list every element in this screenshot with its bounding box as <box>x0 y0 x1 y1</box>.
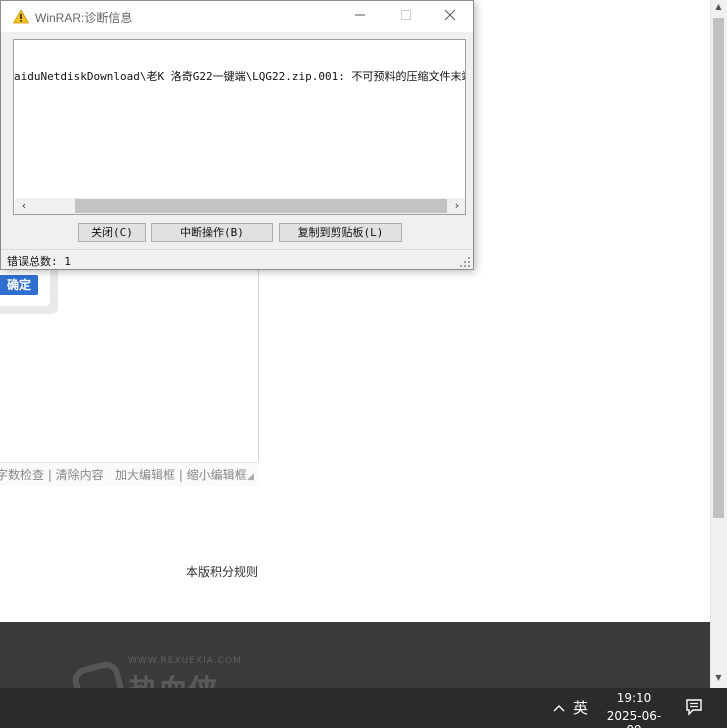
page-scrollbar-thumb[interactable] <box>713 18 724 518</box>
chevron-up-icon[interactable] <box>551 698 567 718</box>
copy-to-clipboard-button[interactable]: 复制到剪贴板(L) <box>279 223 402 242</box>
notification-icon[interactable] <box>685 698 703 716</box>
size-grip-icon[interactable] <box>460 257 471 268</box>
close-window-button[interactable] <box>427 1 473 32</box>
footer-domain: WWW.REXUEXIA.COM <box>128 656 242 666</box>
diagnostic-message: aiduNetdiskDownload\老K 洛奇G22一键端\LQG22.zi… <box>14 70 466 83</box>
rules-link[interactable]: 本版积分规则 <box>186 563 258 580</box>
resize-grip-icon[interactable]: ◢ <box>247 472 257 482</box>
horizontal-scrollbar-thumb[interactable] <box>75 199 447 213</box>
abort-button[interactable]: 中断操作(B) <box>151 223 273 242</box>
input-method-indicator[interactable]: 英 <box>573 697 588 718</box>
site-footer: WWW.REXUEXIA.COM 热血侠 <box>0 622 710 688</box>
dialog-title: WinRAR:诊断信息 <box>35 11 133 25</box>
scroll-right-icon[interactable]: › <box>450 198 464 214</box>
title-bar[interactable]: WinRAR:诊断信息 <box>1 1 473 32</box>
maximize-icon <box>401 10 411 20</box>
editor-toolbar-left-links[interactable]: 字数检查 | 清除内容 <box>0 466 104 483</box>
scroll-up-icon[interactable]: ▲ <box>712 2 725 14</box>
error-count: 错误总数: 1 <box>7 255 71 268</box>
close-icon <box>444 9 456 21</box>
scroll-left-icon[interactable]: ‹ <box>17 198 31 214</box>
minimize-button[interactable] <box>337 1 383 32</box>
confirm-button[interactable]: 确定 <box>0 275 38 295</box>
diagnostic-message-list[interactable]: aiduNetdiskDownload\老K 洛奇G22一键端\LQG22.zi… <box>13 39 466 215</box>
horizontal-scrollbar[interactable]: ‹ › <box>15 198 465 214</box>
scroll-down-icon[interactable]: ▼ <box>712 673 725 685</box>
warning-icon <box>13 9 29 24</box>
winrar-diagnostic-dialog: WinRAR:诊断信息 aiduNetdiskDownload\老K 洛奇G22… <box>0 0 474 270</box>
minimize-icon <box>355 14 365 16</box>
clock-time[interactable]: 19:10 <box>600 691 668 705</box>
maximize-button <box>383 1 429 32</box>
editor-toolbar-right-links[interactable]: 加大编辑框 | 缩小编辑框 <box>115 466 247 483</box>
close-button[interactable]: 关闭(C) <box>78 223 146 242</box>
site-logo-text: 热血侠 <box>128 666 218 688</box>
status-bar: 错误总数: 1 <box>1 249 473 269</box>
clock-date[interactable]: 2025-06-09 <box>600 709 668 728</box>
site-logo-mark <box>69 658 127 688</box>
taskbar: 英 19:10 2025-06-09 <box>0 688 727 728</box>
